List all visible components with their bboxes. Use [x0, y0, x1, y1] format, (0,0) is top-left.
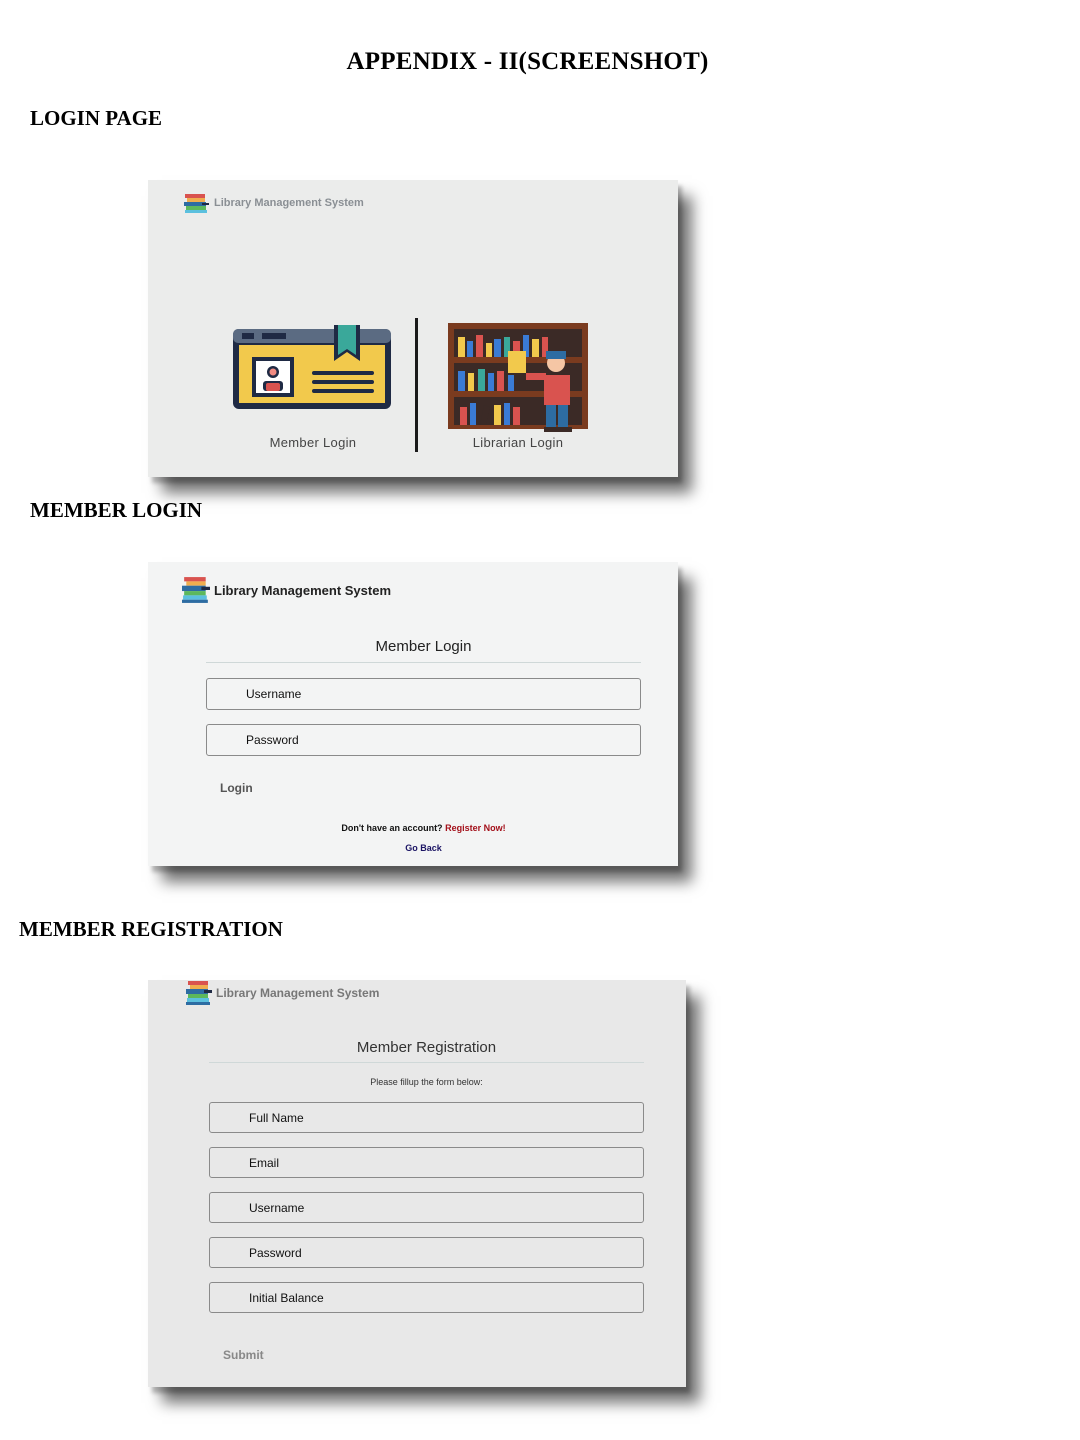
username-input[interactable]: Username — [209, 1192, 644, 1223]
username-placeholder: Username — [249, 1200, 305, 1215]
initial-balance-input[interactable]: Initial Balance — [209, 1282, 644, 1313]
form-title: Member Login — [375, 638, 472, 655]
form-instruction: Please fillup the form below: — [370, 1077, 483, 1087]
books-logo-icon — [184, 194, 209, 213]
member-registration-screenshot: Library Management System Member Registr… — [148, 980, 686, 1387]
username-placeholder: Username — [246, 687, 302, 701]
books-logo-icon — [182, 577, 210, 603]
password-input[interactable]: Password — [206, 724, 641, 756]
brand-name: Library Management System — [214, 582, 392, 598]
section-heading-member-registration: MEMBER REGISTRATION — [19, 917, 283, 941]
brand-name: Library Management System — [214, 197, 364, 209]
register-prompt: Don't have an account? Register Now! — [148, 823, 678, 833]
member-card-icon — [233, 325, 391, 409]
brand: Library Management System — [186, 980, 379, 1006]
login-button[interactable]: Login — [220, 781, 253, 795]
brand-name: Library Management System — [216, 986, 380, 1000]
username-input[interactable]: Username — [206, 678, 641, 710]
brand: Library Management System — [182, 576, 391, 604]
title-divider — [209, 1062, 644, 1063]
bookshelf-librarian-icon — [448, 323, 588, 432]
member-login-label: Member Login — [269, 435, 357, 450]
title-divider — [206, 662, 641, 663]
no-account-text: Don't have an account? — [341, 823, 443, 833]
books-logo-icon — [186, 981, 212, 1005]
password-placeholder: Password — [246, 733, 299, 747]
section-heading-login-page: LOGIN PAGE — [30, 106, 163, 130]
password-placeholder: Password — [249, 1245, 302, 1260]
member-login-option[interactable]: Member Login — [230, 325, 396, 450]
email-placeholder: Email — [249, 1155, 280, 1170]
full-name-input[interactable]: Full Name — [209, 1102, 644, 1133]
login-page-screenshot: Library Management System Member Login L… — [148, 180, 678, 477]
register-link[interactable]: Register Now! — [445, 823, 506, 833]
full-name-placeholder: Full Name — [249, 1110, 304, 1125]
member-login-screenshot: Library Management System Member Login U… — [148, 562, 678, 866]
brand: Library Management System — [184, 192, 364, 214]
go-back-link[interactable]: Go Back — [148, 843, 678, 853]
email-input[interactable]: Email — [209, 1147, 644, 1178]
document-title: APPENDIX - II(SCREENSHOT) — [346, 48, 709, 75]
option-divider — [415, 318, 418, 452]
password-input[interactable]: Password — [209, 1237, 644, 1268]
section-heading-member-login: MEMBER LOGIN — [30, 498, 203, 522]
librarian-login-option[interactable]: Librarian Login — [438, 323, 598, 450]
submit-button[interactable]: Submit — [223, 1348, 264, 1362]
librarian-login-label: Librarian Login — [472, 435, 564, 450]
form-title: Member Registration — [356, 1039, 497, 1056]
initial-balance-placeholder: Initial Balance — [249, 1290, 324, 1305]
